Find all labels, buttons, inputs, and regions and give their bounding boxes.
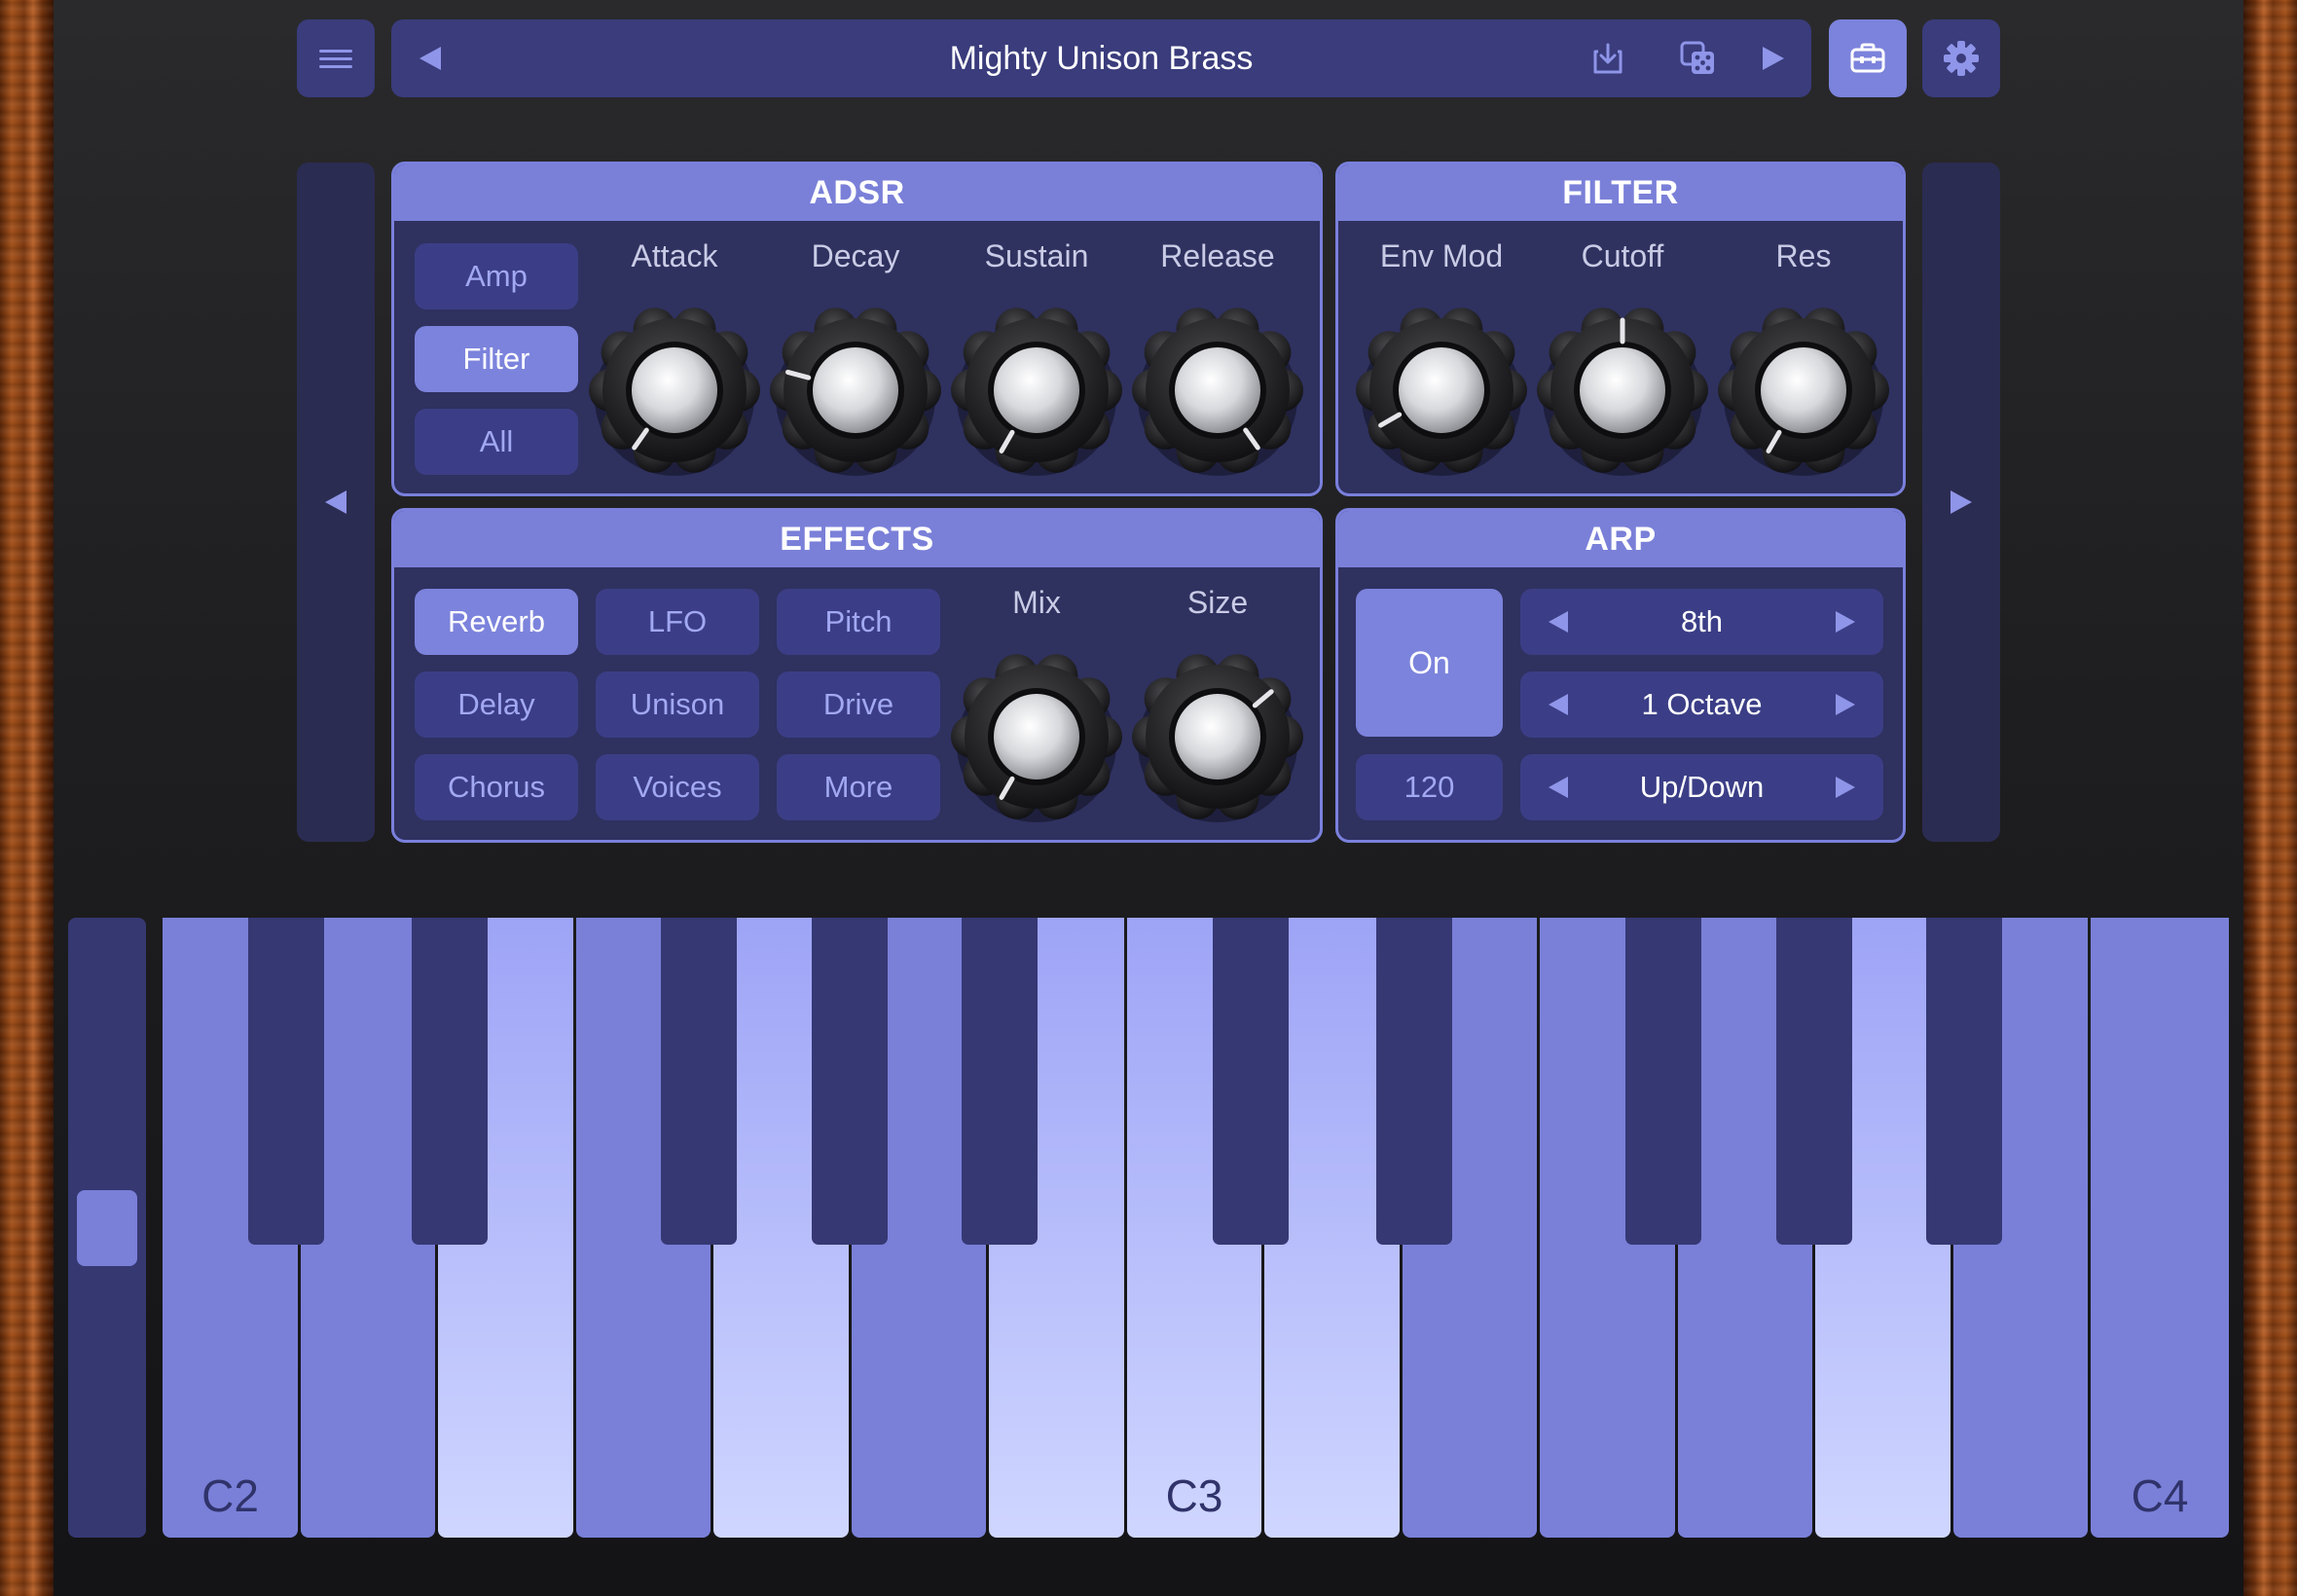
triangle-right-icon bbox=[1836, 611, 1855, 633]
key-D#3[interactable] bbox=[1376, 918, 1452, 1245]
adsr-target-filter[interactable]: Filter bbox=[415, 326, 578, 392]
menu-button[interactable] bbox=[297, 19, 375, 97]
arp-on-toggle[interactable]: On bbox=[1356, 589, 1503, 737]
effect-drive-button[interactable]: Drive bbox=[777, 671, 940, 738]
size-knob[interactable] bbox=[1130, 649, 1305, 824]
next-page-button[interactable] bbox=[1922, 163, 2000, 842]
release-knob[interactable] bbox=[1130, 303, 1305, 478]
next-preset-button[interactable] bbox=[1744, 19, 1803, 97]
release-label: Release bbox=[1160, 238, 1275, 273]
key-A#2[interactable] bbox=[962, 918, 1038, 1245]
effect-delay-button[interactable]: Delay bbox=[415, 671, 578, 738]
filter-title: FILTER bbox=[1338, 164, 1903, 221]
effect-voices-button[interactable]: Voices bbox=[596, 754, 759, 820]
key-label-c2: C2 bbox=[201, 1470, 259, 1521]
key-D#2[interactable] bbox=[412, 918, 488, 1245]
key-label-c4: C4 bbox=[2131, 1470, 2189, 1521]
pitch-bend-strip[interactable] bbox=[68, 918, 146, 1538]
sustain-label: Sustain bbox=[984, 238, 1089, 273]
randomize-button[interactable] bbox=[1669, 19, 1728, 97]
size-label: Size bbox=[1186, 585, 1249, 620]
wood-side-panel-right bbox=[2243, 0, 2297, 1596]
triangle-left-icon bbox=[325, 490, 346, 514]
key-C#3[interactable] bbox=[1213, 918, 1289, 1245]
decay-knob[interactable] bbox=[768, 303, 943, 478]
triangle-right-icon bbox=[1763, 47, 1784, 70]
filter-section: FILTER Env Mod Cutoff Res bbox=[1335, 162, 1906, 496]
gear-icon bbox=[1944, 41, 1979, 76]
arp-section: ARP On 120 8th 1 Octave Up/Down bbox=[1335, 508, 1906, 843]
effect-pitch-button[interactable]: Pitch bbox=[777, 589, 940, 655]
mix-knob[interactable] bbox=[949, 649, 1124, 824]
res-label: Res bbox=[1775, 238, 1832, 273]
effect-lfo-button[interactable]: LFO bbox=[596, 589, 759, 655]
arp-mode-increment[interactable] bbox=[1811, 754, 1879, 820]
key-F#3[interactable] bbox=[1625, 918, 1701, 1245]
arp-rate-stepper: 8th bbox=[1520, 589, 1883, 655]
attack-label: Attack bbox=[631, 238, 718, 273]
effect-more-button[interactable]: More bbox=[777, 754, 940, 820]
effect-unison-button[interactable]: Unison bbox=[596, 671, 759, 738]
arp-rate-increment[interactable] bbox=[1811, 589, 1879, 655]
arp-range-increment[interactable] bbox=[1811, 671, 1879, 738]
attack-knob[interactable] bbox=[587, 303, 762, 478]
effect-chorus-button[interactable]: Chorus bbox=[415, 754, 578, 820]
arp-range-stepper: 1 Octave bbox=[1520, 671, 1883, 738]
arp-bpm-field[interactable]: 120 bbox=[1356, 754, 1503, 820]
key-label-c3: C3 bbox=[1165, 1470, 1223, 1521]
arp-mode-stepper: Up/Down bbox=[1520, 754, 1883, 820]
arp-title: ARP bbox=[1338, 511, 1903, 567]
triangle-right-icon bbox=[1951, 490, 1972, 514]
toolbox-icon bbox=[1850, 43, 1885, 73]
triangle-right-icon bbox=[1836, 777, 1855, 798]
effect-reverb-button[interactable]: Reverb bbox=[415, 589, 578, 655]
mix-label: Mix bbox=[1012, 585, 1061, 620]
sustain-knob[interactable] bbox=[949, 303, 1124, 478]
decay-label: Decay bbox=[811, 238, 900, 273]
dice-icon bbox=[1680, 41, 1714, 74]
pitch-bend-thumb[interactable] bbox=[77, 1190, 137, 1266]
env-mod-knob[interactable] bbox=[1354, 303, 1529, 478]
download-tray-icon bbox=[1593, 43, 1622, 74]
save-preset-button[interactable] bbox=[1579, 19, 1637, 97]
piano-keyboard: C2 C3 C4 bbox=[163, 918, 2229, 1538]
key-C4[interactable]: C4 bbox=[2091, 918, 2229, 1538]
toolbox-button[interactable] bbox=[1829, 19, 1907, 97]
key-G#2[interactable] bbox=[812, 918, 888, 1245]
cutoff-knob[interactable] bbox=[1535, 303, 1710, 478]
adsr-target-amp[interactable]: Amp bbox=[415, 243, 578, 309]
effects-section: EFFECTS Reverb LFO Pitch Delay Unison Dr… bbox=[391, 508, 1323, 843]
key-F#2[interactable] bbox=[661, 918, 737, 1245]
res-knob[interactable] bbox=[1716, 303, 1891, 478]
effects-title: EFFECTS bbox=[394, 511, 1320, 567]
env-mod-label: Env Mod bbox=[1379, 238, 1504, 273]
previous-page-button[interactable] bbox=[297, 163, 375, 842]
hamburger-menu-icon bbox=[319, 50, 352, 68]
key-A#3[interactable] bbox=[1926, 918, 2002, 1245]
settings-button[interactable] bbox=[1922, 19, 2000, 97]
key-G#3[interactable] bbox=[1776, 918, 1852, 1245]
adsr-section: ADSR Amp Filter All Attack Decay Sustain… bbox=[391, 162, 1323, 496]
key-C#2[interactable] bbox=[248, 918, 324, 1245]
adsr-target-all[interactable]: All bbox=[415, 409, 578, 475]
triangle-right-icon bbox=[1836, 694, 1855, 715]
preset-bar: Mighty Unison Brass bbox=[391, 19, 1811, 97]
adsr-title: ADSR bbox=[394, 164, 1320, 221]
wood-side-panel-left bbox=[0, 0, 54, 1596]
cutoff-label: Cutoff bbox=[1581, 238, 1664, 273]
